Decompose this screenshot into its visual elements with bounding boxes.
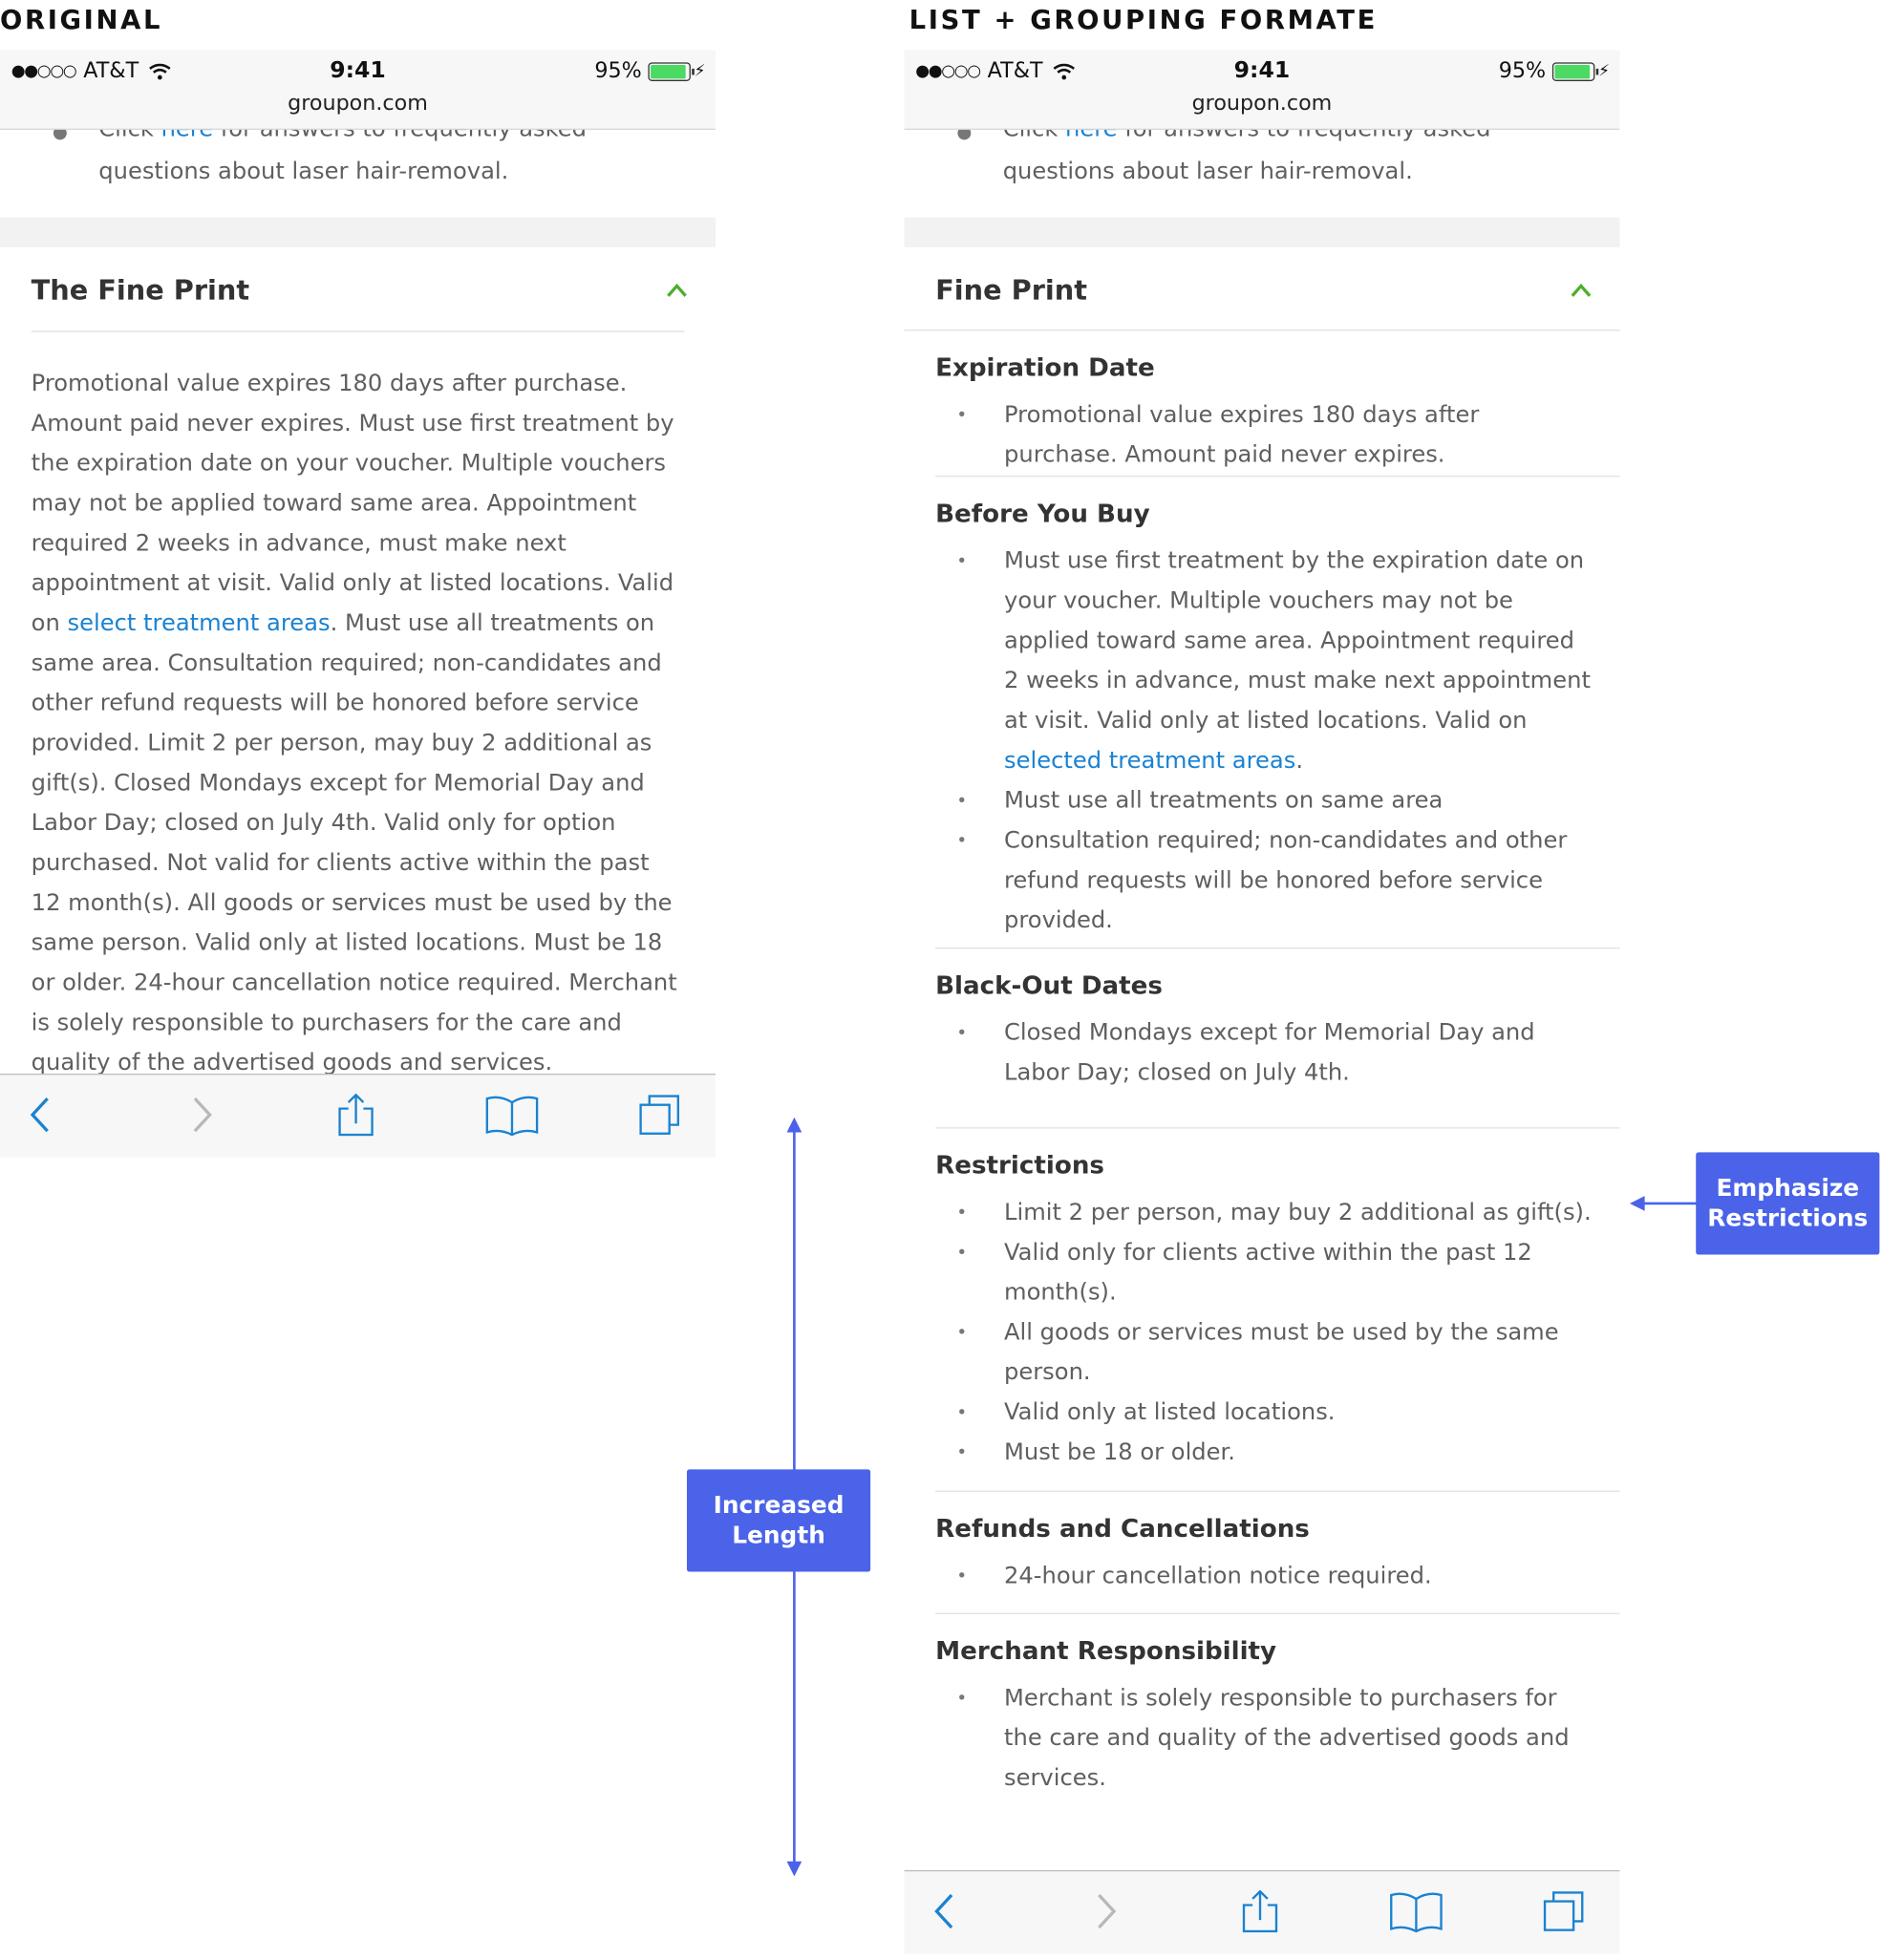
treatment-areas-link[interactable]: selected treatment areas: [1004, 748, 1295, 774]
fine-print-title: The Fine Print: [31, 275, 250, 308]
fine-print-sections: Expiration Date Promotional value expire…: [904, 330, 1620, 1870]
collapse-chevron-icon[interactable]: [666, 280, 689, 303]
treatment-areas-link[interactable]: select treatment areas: [68, 610, 331, 636]
faq-link[interactable]: here: [161, 130, 214, 142]
section-title: Black-Out Dates: [935, 969, 1163, 1000]
fine-print-header[interactable]: Fine Print: [904, 247, 1619, 330]
section-merchant: Merchant Responsibility Merchant is sole…: [904, 1614, 1619, 1826]
faq-link[interactable]: here: [1065, 130, 1118, 142]
bookmarks-icon[interactable]: [484, 1094, 540, 1137]
url-bar[interactable]: groupon.com: [0, 91, 716, 116]
list-item: Valid only for clients active within the…: [935, 1233, 1619, 1313]
emphasize-restrictions-label: Emphasize Restrictions: [1696, 1152, 1880, 1255]
section-expiration: Expiration Date Promotional value expire…: [904, 330, 1619, 476]
back-chevron-icon[interactable]: [20, 1094, 62, 1136]
original-caption: ORIGINAL: [0, 5, 163, 35]
increased-length-label: Increased Length: [686, 1469, 871, 1572]
section-title: Expiration Date: [935, 352, 1155, 382]
section-title: Before You Buy: [935, 498, 1150, 528]
share-icon[interactable]: [334, 1093, 376, 1137]
battery-icon: [648, 61, 695, 81]
fine-print-header[interactable]: The Fine Print: [0, 247, 716, 331]
original-phone: ●●○○○ AT&T 9:41 95% ⚡ groupon.com ● Clic…: [0, 50, 716, 1158]
restrictions-arrow-icon: [1629, 1196, 1698, 1211]
canvas: ORIGINAL LIST + GROUPING FORMATE ●●○○○ A…: [0, 0, 1882, 1960]
fine-print-title: Fine Print: [935, 275, 1087, 308]
safari-toolbar: [904, 1869, 1620, 1954]
back-chevron-icon[interactable]: [924, 1890, 966, 1932]
section-title: Refunds and Cancellations: [935, 1513, 1310, 1544]
list-item: Consultation required; non-candidates an…: [935, 821, 1619, 941]
list-item: Must use first treatment by the expirati…: [935, 542, 1619, 781]
fine-print-body: Promotional value expires 180 days after…: [31, 371, 677, 1076]
section-refunds: Refunds and Cancellations 24-hour cancel…: [904, 1492, 1619, 1613]
redesign-caption: LIST + GROUPING FORMATE: [909, 5, 1378, 35]
list-item: Promotional value expires 180 days after…: [935, 395, 1619, 476]
redesign-phone: ●●○○○ AT&T 9:41 95% ⚡ groupon.com ● Clic…: [904, 50, 1620, 1954]
section-gap: [0, 217, 716, 247]
status-bar: ●●○○○ AT&T 9:41 95% ⚡ groupon.com: [904, 50, 1620, 130]
section-before-you-buy: Before You Buy Must use first treatment …: [904, 477, 1619, 948]
list-item: Merchant is solely responsible to purcha…: [935, 1679, 1619, 1799]
list-item: 24-hour cancellation notice required.: [935, 1557, 1619, 1597]
list-item: Must be 18 or older.: [935, 1433, 1619, 1473]
battery-percent: 95%: [594, 58, 642, 84]
status-bar: ●●○○○ AT&T 9:41 95% ⚡ groupon.com: [0, 50, 716, 130]
section-restrictions: Restrictions Limit 2 per person, may buy…: [904, 1129, 1619, 1491]
section-title: Restrictions: [935, 1149, 1104, 1181]
share-icon[interactable]: [1239, 1889, 1281, 1933]
tabs-icon[interactable]: [1542, 1890, 1584, 1932]
list-item: Must use all treatments on same area: [935, 781, 1619, 821]
charging-icon: ⚡: [694, 61, 706, 81]
url-bar[interactable]: groupon.com: [904, 91, 1619, 116]
list-item: Valid only at listed locations.: [935, 1394, 1619, 1434]
list-item: Limit 2 per person, may buy 2 additional…: [935, 1194, 1619, 1234]
safari-toolbar: [0, 1074, 716, 1158]
collapse-chevron-icon[interactable]: [1570, 280, 1593, 303]
battery-icon: [1551, 61, 1599, 81]
battery-percent: 95%: [1498, 58, 1547, 84]
section-title: Merchant Responsibility: [935, 1635, 1277, 1666]
bookmarks-icon[interactable]: [1389, 1890, 1444, 1933]
list-item: Closed Mondays except for Memorial Day a…: [935, 1013, 1619, 1094]
forward-chevron-icon[interactable]: [180, 1094, 222, 1136]
forward-chevron-icon[interactable]: [1084, 1890, 1126, 1932]
tabs-icon[interactable]: [638, 1094, 680, 1136]
section-blackout-dates: Black-Out Dates Closed Mondays except fo…: [904, 948, 1619, 1127]
charging-icon: ⚡: [1598, 61, 1611, 81]
faq-intro: ● Click here for answers to frequently a…: [904, 130, 1619, 217]
faq-intro: ● Click here for answers to frequently a…: [0, 130, 716, 217]
section-gap: [904, 217, 1620, 247]
list-item: All goods or services must be used by th…: [935, 1313, 1619, 1394]
